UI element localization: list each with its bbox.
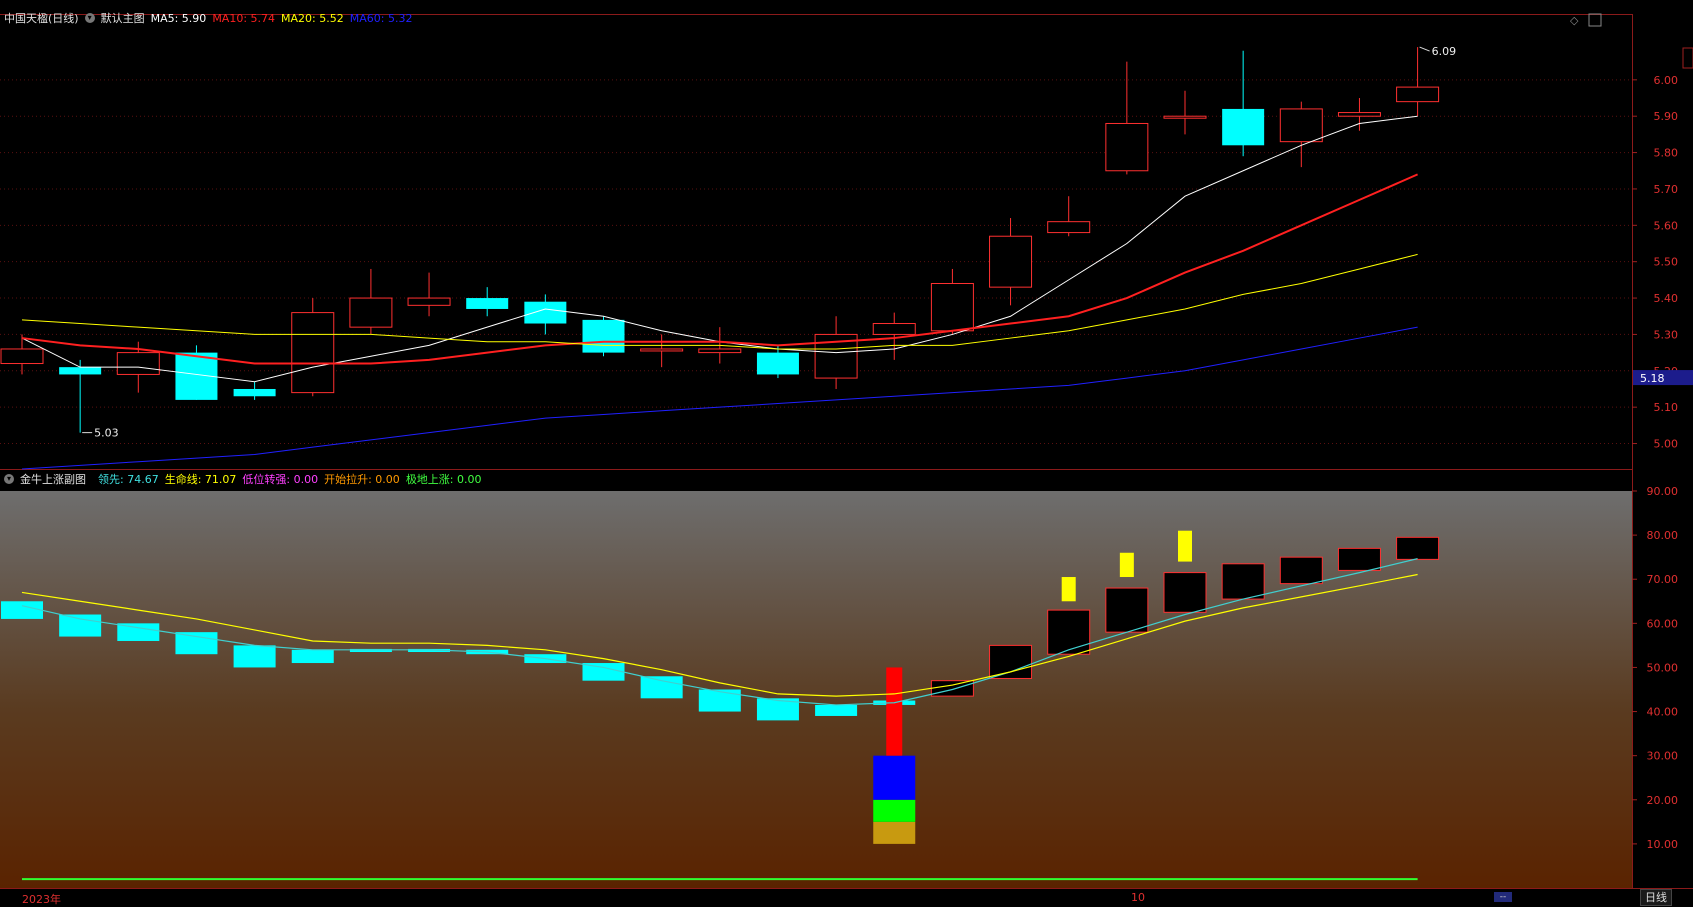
sub-tick-label: 10.00 xyxy=(1647,838,1679,851)
bottom-rise-value: 极地上涨: 0.00 xyxy=(405,473,482,486)
sub-bar xyxy=(291,649,334,664)
rise-marker xyxy=(1119,552,1134,578)
x-axis-year-label: 2023年 xyxy=(22,893,61,906)
candle-body xyxy=(233,388,276,397)
signal-stack-segment xyxy=(873,799,916,822)
stock-chart[interactable]: 5.005.105.205.305.405.505.605.705.805.90… xyxy=(0,0,1693,904)
sub-indicator-toggle-icon[interactable]: ▾ xyxy=(4,474,14,484)
candle-body xyxy=(1163,115,1207,119)
sub-bar xyxy=(1105,587,1149,633)
price-tick-label: 5.70 xyxy=(1654,183,1679,196)
indicator-toggle-icon[interactable]: ▾ xyxy=(84,13,95,23)
sub-bar xyxy=(698,689,741,712)
signal-stack-segment xyxy=(873,755,916,800)
candle-body xyxy=(1047,221,1091,234)
sub-bar xyxy=(1396,536,1440,560)
sub-tick-label: 70.00 xyxy=(1647,573,1679,586)
sub-bar xyxy=(1279,556,1323,585)
stock-name: 中国天楹(日线) xyxy=(4,12,79,25)
ma5-value: MA5: 5.90 xyxy=(150,11,207,25)
price-tick-label: 5.80 xyxy=(1654,147,1679,160)
sub-tick-label: 50.00 xyxy=(1647,661,1679,674)
price-tick-label: 5.10 xyxy=(1654,401,1679,414)
diamond-icon: ◇ xyxy=(1570,14,1579,27)
sub-bar xyxy=(1,601,43,619)
lead-value: 领先: 74.67 xyxy=(98,473,159,486)
sub-tick-label: 40.00 xyxy=(1647,706,1679,719)
price-tick-label: 5.30 xyxy=(1654,328,1679,341)
candle-body xyxy=(1222,108,1265,146)
price-tick-label: 5.40 xyxy=(1654,292,1679,305)
candle-body xyxy=(59,367,102,375)
start-rise-value: 开始拉升: 0.00 xyxy=(324,473,400,486)
candle-body xyxy=(698,348,742,354)
signal-stack-segment xyxy=(873,821,916,844)
sub-chart-header: ▾ 金牛上涨副图 领先: 74.67 生命线: 71.07 低位转强: 0.00… xyxy=(4,471,482,487)
ma60-value: MA60: 5.32 xyxy=(349,11,413,25)
sub-bar xyxy=(233,645,276,668)
candle xyxy=(291,298,335,397)
price-tick-label: 5.50 xyxy=(1654,256,1679,269)
candle-body xyxy=(872,323,916,335)
main-indicator-name[interactable]: 默认主图 xyxy=(101,10,145,26)
sub-indicator-name[interactable]: 金牛上涨副图 xyxy=(20,471,86,487)
sub-tick-label: 60.00 xyxy=(1647,617,1679,630)
ma20-value: MA20: 5.52 xyxy=(281,11,344,25)
sub-bar xyxy=(1047,609,1091,655)
scroll-indicator[interactable]: -- xyxy=(1494,892,1512,902)
candle-body xyxy=(466,298,509,309)
rise-marker xyxy=(1061,577,1076,602)
candle-body xyxy=(1279,108,1323,143)
sub-tick-label: 90.00 xyxy=(1647,485,1679,498)
sub-tick-label: 30.00 xyxy=(1647,750,1679,763)
main-chart-header: 中国天楹(日线) ▾ 默认主图 MA5: 5.90 MA10: 5.74 MA2… xyxy=(4,10,412,26)
life-line-value: 生命线: 71.07 xyxy=(164,473,237,486)
candle-body xyxy=(640,348,684,352)
x-axis-month-label: 10 xyxy=(1131,891,1145,904)
low-price-label: 5.03 xyxy=(94,427,119,440)
last-price-label: 5.18 xyxy=(1640,372,1665,385)
candle-body xyxy=(524,301,567,324)
candle xyxy=(582,316,625,357)
candle-body xyxy=(930,283,974,332)
price-tick-label: 5.00 xyxy=(1654,438,1679,451)
sub-tick-label: 80.00 xyxy=(1647,529,1679,542)
price-tick-label: 6.00 xyxy=(1654,74,1679,87)
low-turn-value: 低位转强: 0.00 xyxy=(242,473,319,486)
high-price-label: 6.09 xyxy=(1432,45,1457,58)
sub-bar xyxy=(815,704,858,716)
sub-tick-label: 20.00 xyxy=(1647,794,1679,807)
period-tab-daily[interactable]: 日线 xyxy=(1640,889,1672,906)
sub-bar xyxy=(1221,563,1265,600)
price-tick-label: 5.60 xyxy=(1654,219,1679,232)
candle-body xyxy=(116,352,160,375)
candle-body xyxy=(349,297,393,328)
candle-body xyxy=(1396,86,1440,103)
ma10-value: MA10: 5.74 xyxy=(212,11,276,25)
signal-stack-segment xyxy=(886,667,903,756)
candle-body xyxy=(291,312,335,394)
sub-bar xyxy=(1163,572,1207,613)
candle-body xyxy=(756,352,799,375)
candle-body xyxy=(1105,122,1149,172)
sub-bar xyxy=(640,676,683,699)
candle-body xyxy=(1337,112,1381,117)
sub-bar xyxy=(930,680,974,697)
sub-bar xyxy=(175,632,218,655)
candle-body xyxy=(0,348,44,365)
candle-body xyxy=(582,319,625,353)
sub-bar xyxy=(989,644,1033,679)
sub-bar xyxy=(59,614,102,637)
price-tick-label: 5.90 xyxy=(1654,110,1679,123)
sub-panel-background xyxy=(0,491,1632,888)
sub-bar xyxy=(1337,547,1381,571)
rise-marker xyxy=(1178,530,1192,562)
candle-body xyxy=(989,235,1033,288)
candle-body xyxy=(407,297,451,306)
